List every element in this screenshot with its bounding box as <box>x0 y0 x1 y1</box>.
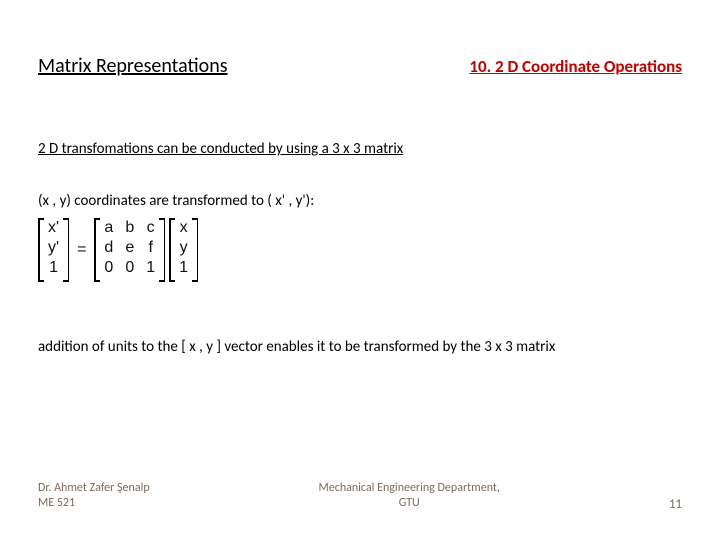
lhs-1: y' <box>48 240 59 260</box>
body-text-2: (x , y) coordinates are transformed to (… <box>38 192 314 210</box>
footer-author: Dr. Ahmet Zafer Şenalp <box>38 481 150 497</box>
body-text-3: addition of units to the [ x , y ] vecto… <box>38 338 555 356</box>
m-02: c <box>146 220 155 240</box>
m-11: e <box>125 240 134 260</box>
matrix-equation: x' y' 1 = a b c d e f 0 0 1 x y 1 <box>38 218 198 282</box>
m-10: d <box>104 240 113 260</box>
footer-dept1: Mechanical Engineering Department, <box>150 481 669 497</box>
m-12: f <box>146 240 155 260</box>
m-01: b <box>125 220 134 240</box>
slide-footer: Dr. Ahmet Zafer Şenalp ME 521 Mechanical… <box>0 481 720 512</box>
footer-left: Dr. Ahmet Zafer Şenalp ME 521 <box>38 481 150 512</box>
footer-dept2: GTU <box>150 496 669 512</box>
matrix-3x3: a b c d e f 0 0 1 <box>94 218 165 282</box>
footer-course: ME 521 <box>38 496 150 512</box>
vector-lhs: x' y' 1 <box>38 218 69 282</box>
rhs-0: x <box>179 220 188 240</box>
m-00: a <box>104 220 113 240</box>
title-right: 10. 2 D Coordinate Operations <box>469 56 682 77</box>
slide-header: Matrix Representations 10. 2 D Coordinat… <box>0 54 720 78</box>
lhs-2: 1 <box>48 260 59 280</box>
rhs-2: 1 <box>179 260 188 280</box>
page-number: 11 <box>669 497 682 512</box>
vector-rhs: x y 1 <box>169 218 198 282</box>
m-20: 0 <box>104 260 113 280</box>
footer-center: Mechanical Engineering Department, GTU <box>150 481 669 512</box>
body-text-1: 2 D transfomations can be conducted by u… <box>38 140 403 158</box>
m-21: 0 <box>125 260 134 280</box>
equals-sign: = <box>73 241 90 259</box>
rhs-1: y <box>179 240 188 260</box>
m-22: 1 <box>146 260 155 280</box>
lhs-0: x' <box>48 220 59 240</box>
title-left: Matrix Representations <box>38 54 228 78</box>
